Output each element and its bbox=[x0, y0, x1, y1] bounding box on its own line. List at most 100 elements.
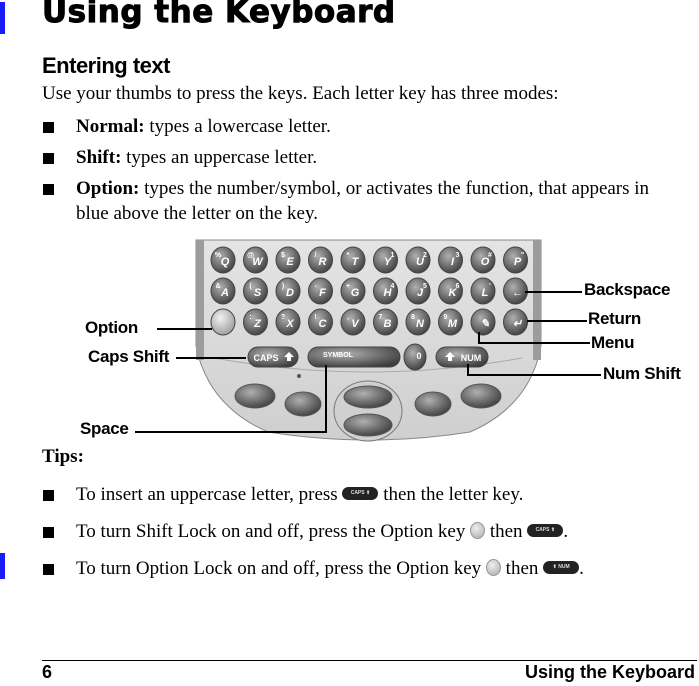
key-letter: ← bbox=[512, 287, 523, 299]
mode-term: Option: bbox=[76, 178, 140, 199]
footer-chapter-title: Using the Keyboard bbox=[524, 662, 695, 682]
key-letter: C bbox=[319, 318, 328, 330]
tip-text: then bbox=[485, 521, 528, 542]
key-symbol: 6 bbox=[456, 283, 460, 290]
callout-caps-shift: Caps Shift bbox=[88, 347, 170, 366]
key-letter: W bbox=[252, 256, 264, 268]
callout-num-shift: Num Shift bbox=[603, 364, 681, 383]
key-letter: G bbox=[351, 287, 360, 299]
bullet-icon bbox=[43, 153, 54, 164]
zero-key bbox=[403, 343, 427, 371]
callout-backspace: Backspace bbox=[584, 280, 671, 299]
key-symbol: + bbox=[346, 283, 350, 290]
key-letter: A bbox=[220, 287, 229, 299]
tip-text: . bbox=[563, 521, 569, 542]
bullet-icon bbox=[43, 527, 54, 538]
tip-text: To insert an uppercase letter, press bbox=[76, 484, 343, 505]
callout-return: Return bbox=[588, 309, 641, 328]
section-heading: Entering text bbox=[42, 53, 170, 78]
mode-desc: types the number/symbol, or activates th… bbox=[76, 178, 650, 224]
keyboard-figure: Q% W @ E $ R / T * Y 1 U 2 I 3 O # P " A & S(D) F - G + H 4 J 5 K 6 L ' ← Z… bbox=[0, 236, 699, 446]
caps-key-label: CAPS bbox=[253, 353, 278, 363]
list-item: Shift: types an uppercase letter. bbox=[42, 145, 662, 170]
num-key-label: NUM bbox=[461, 353, 482, 363]
key-symbol: # bbox=[488, 252, 492, 259]
mode-term: Normal: bbox=[76, 116, 145, 137]
key-symbol: : bbox=[249, 314, 251, 321]
key-symbol: @ bbox=[247, 252, 254, 259]
key-symbol: / bbox=[315, 252, 317, 259]
key-symbol: " bbox=[521, 252, 524, 259]
page-title: Using the Keyboard bbox=[42, 0, 396, 31]
mail-home-button bbox=[460, 383, 502, 409]
key-letter: F bbox=[319, 287, 326, 299]
key-letter: ↵ bbox=[513, 318, 523, 330]
caps-key-icon: CAPS ⬆ bbox=[342, 487, 379, 501]
key-symbol: ! bbox=[314, 314, 316, 321]
key-symbol: ) bbox=[282, 283, 284, 290]
mode-desc: types an uppercase letter. bbox=[121, 147, 318, 168]
list-item: Option: types the number/symbol, or acti… bbox=[42, 176, 662, 226]
scroll-up-button bbox=[343, 385, 393, 409]
tip-text: . bbox=[579, 558, 584, 579]
key-symbol: 3 bbox=[456, 252, 460, 259]
key-symbol: ? bbox=[281, 314, 285, 321]
tips-heading: Tips: bbox=[42, 446, 84, 467]
bullet-icon bbox=[43, 122, 54, 133]
key-letter: S bbox=[254, 287, 262, 299]
key-letter: E bbox=[286, 256, 294, 268]
mode-desc: types a lowercase letter. bbox=[144, 116, 331, 137]
option-key-icon bbox=[485, 559, 501, 577]
symbol-key-label: SYMBOL bbox=[323, 352, 354, 359]
key-symbol: 4 bbox=[391, 283, 395, 290]
bullet-icon bbox=[43, 184, 54, 195]
tip-text: To turn Shift Lock on and off, press the… bbox=[76, 521, 471, 542]
list-item: To turn Shift Lock on and off, press the… bbox=[42, 519, 699, 544]
key-letter: B bbox=[384, 318, 392, 330]
footer-rule bbox=[42, 660, 697, 661]
key-symbol: 5 bbox=[423, 283, 427, 290]
key-symbol: , bbox=[347, 314, 349, 321]
key-letter: R bbox=[319, 256, 327, 268]
key-symbol: % bbox=[215, 252, 222, 259]
callout-menu: Menu bbox=[591, 333, 635, 352]
info-button bbox=[414, 391, 452, 417]
callout-option: Option bbox=[85, 318, 138, 337]
key-symbol: & bbox=[215, 283, 220, 290]
tip-text: then bbox=[500, 558, 544, 579]
device-edge-left bbox=[196, 240, 204, 360]
caps-key-icon: CAPS ⬆ bbox=[527, 524, 564, 538]
key-letter: ✎ bbox=[480, 318, 489, 330]
space-key bbox=[307, 346, 401, 368]
num-key-icon: ⬆ NUM bbox=[543, 561, 580, 575]
option-key bbox=[210, 308, 236, 336]
key-letter: M bbox=[448, 318, 458, 330]
tip-text: To turn Option Lock on and off, press th… bbox=[76, 558, 486, 579]
change-bar bbox=[0, 553, 5, 579]
key-symbol: 1 bbox=[391, 252, 395, 259]
change-bar bbox=[0, 2, 5, 34]
key-letter: Q bbox=[221, 256, 230, 268]
mode-term: Shift: bbox=[76, 147, 122, 168]
list-item: Normal: types a lowercase letter. bbox=[42, 114, 662, 139]
key-symbol: 9 bbox=[444, 314, 448, 321]
callout-space: Space bbox=[80, 419, 129, 438]
key-symbol: * bbox=[347, 252, 350, 259]
key-letter: Z bbox=[253, 318, 262, 330]
tips-list: To insert an uppercase letter, press CAP… bbox=[42, 482, 699, 593]
key-symbol: $ bbox=[281, 252, 285, 259]
key-letter: N bbox=[416, 318, 425, 330]
intro-text: Use your thumbs to press the keys. Each … bbox=[42, 83, 559, 104]
list-item: To insert an uppercase letter, press CAP… bbox=[42, 482, 699, 507]
scroll-down-button bbox=[343, 413, 393, 437]
key-symbol: 7 bbox=[379, 314, 383, 321]
key-symbol: 8 bbox=[411, 314, 415, 321]
key-letter: D bbox=[286, 287, 294, 299]
option-key-icon bbox=[470, 522, 486, 540]
memo-button bbox=[284, 391, 322, 417]
tip-text: then the letter key. bbox=[378, 484, 524, 505]
bullet-icon bbox=[43, 564, 54, 575]
phone-button bbox=[234, 383, 276, 409]
bullet-icon bbox=[43, 490, 54, 501]
key-symbol: 2 bbox=[423, 252, 427, 259]
